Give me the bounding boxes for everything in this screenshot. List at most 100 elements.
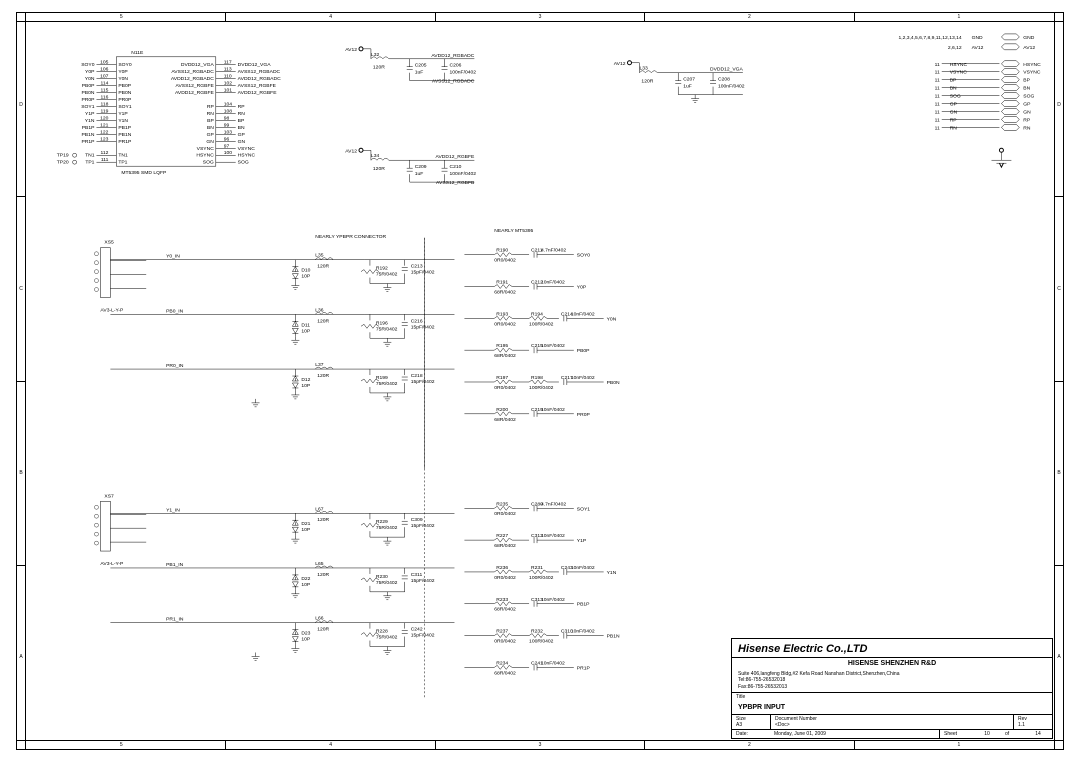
svg-text:1uF: 1uF (683, 84, 692, 90)
svg-text:D22: D22 (301, 576, 310, 582)
svg-text:123: 123 (100, 136, 109, 142)
svg-text:15pF/0402: 15pF/0402 (411, 633, 435, 639)
svg-text:L37: L37 (315, 362, 324, 368)
svg-text:N11E: N11E (131, 50, 144, 56)
svg-text:PB0P: PB0P (118, 83, 131, 89)
svg-text:XS7: XS7 (104, 493, 114, 499)
svg-text:10nF/0402: 10nF/0402 (541, 343, 565, 349)
svg-text:120R: 120R (317, 572, 329, 578)
svg-text:15pF/0402: 15pF/0402 (411, 578, 435, 584)
svg-text:96: 96 (224, 136, 230, 142)
svg-text:68R/0402: 68R/0402 (494, 417, 516, 423)
svg-text:GN: GN (238, 139, 246, 145)
svg-text:Y0N: Y0N (85, 76, 95, 82)
svg-text:Y1N: Y1N (85, 118, 95, 124)
svg-text:120R: 120R (317, 264, 329, 270)
svg-text:DVDD12_VGA: DVDD12_VGA (238, 62, 272, 68)
svg-text:Y1N: Y1N (607, 570, 617, 576)
svg-text:R190: R190 (496, 248, 508, 254)
svg-text:C216: C216 (411, 318, 423, 324)
svg-text:100nF/0402: 100nF/0402 (450, 171, 477, 177)
svg-text:Y0_IN: Y0_IN (166, 254, 180, 260)
svg-text:GP: GP (950, 102, 958, 108)
svg-text:SOY0: SOY0 (81, 62, 94, 68)
svg-text:68R/0402: 68R/0402 (494, 353, 516, 359)
svg-text:AVDD12_RGBADC: AVDD12_RGBADC (431, 53, 474, 59)
schematic-sheet: 54321 54321 DCBA DCBA N11EMT5395 SMD LQF… (16, 12, 1064, 750)
drawing-canvas: N11EMT5395 SMD LQFPSOY0105SOY0Y0P106Y0PY… (25, 21, 1055, 741)
svg-text:R227: R227 (496, 533, 508, 539)
svg-text:75R/0402: 75R/0402 (376, 272, 398, 278)
svg-text:10P: 10P (301, 274, 311, 280)
svg-text:R200: R200 (496, 407, 508, 413)
svg-text:L36: L36 (315, 307, 324, 313)
svg-text:97: 97 (224, 143, 230, 149)
svg-text:98: 98 (224, 115, 230, 121)
svg-text:0R0/0402: 0R0/0402 (494, 258, 516, 264)
svg-text:PB0P: PB0P (577, 348, 590, 354)
svg-text:R236: R236 (496, 565, 508, 571)
svg-text:AV3-L-Y-P: AV3-L-Y-P (100, 561, 124, 567)
svg-text:R192: R192 (376, 266, 388, 272)
svg-text:113: 113 (224, 67, 232, 73)
svg-text:PB1N: PB1N (118, 132, 131, 138)
svg-text:118: 118 (100, 102, 108, 108)
svg-text:75R/0402: 75R/0402 (376, 326, 398, 332)
sheet-title: YPBPR INPUT (732, 701, 1052, 714)
svg-text:AVDD12_RGBADC: AVDD12_RGBADC (171, 76, 214, 82)
svg-text:AV12: AV12 (1023, 45, 1035, 51)
svg-text:120R: 120R (317, 373, 329, 379)
svg-text:L32: L32 (371, 52, 380, 58)
svg-text:120R: 120R (317, 517, 329, 523)
svg-text:PB1N: PB1N (607, 634, 620, 640)
company-name: Hisense Electric Co.,LTD (732, 639, 1052, 657)
title-block: Hisense Electric Co.,LTD HISENSE SHENZHE… (731, 638, 1053, 740)
svg-text:GND: GND (972, 35, 983, 41)
svg-text:D23: D23 (301, 631, 310, 637)
svg-text:AV12: AV12 (345, 148, 357, 154)
svg-text:111: 111 (101, 157, 109, 163)
svg-text:75R/0402: 75R/0402 (376, 381, 398, 387)
svg-text:100R/0402: 100R/0402 (529, 321, 554, 327)
svg-text:R197: R197 (496, 375, 508, 381)
svg-text:SOY1: SOY1 (81, 104, 94, 110)
svg-text:R237: R237 (496, 629, 508, 635)
schematic-svg: N11EMT5395 SMD LQFPSOY0105SOY0Y0P106Y0PY… (25, 21, 1055, 741)
svg-text:C210: C210 (450, 164, 462, 170)
svg-text:D10: D10 (301, 268, 310, 274)
svg-text:15pF/0402: 15pF/0402 (411, 523, 435, 529)
svg-text:L66: L66 (315, 616, 324, 622)
svg-text:HSYNC: HSYNC (196, 153, 214, 159)
svg-text:RN: RN (238, 111, 246, 117)
svg-text:11: 11 (935, 94, 940, 100)
svg-text:10nF/0402: 10nF/0402 (541, 533, 565, 539)
svg-text:15pF/0402: 15pF/0402 (411, 270, 435, 276)
svg-text:121: 121 (100, 122, 109, 128)
svg-text:BN: BN (1023, 86, 1030, 92)
svg-text:C205: C205 (415, 63, 427, 69)
svg-text:120R: 120R (317, 627, 329, 633)
svg-text:4.7nF/0402: 4.7nF/0402 (541, 501, 566, 507)
svg-text:11: 11 (935, 125, 940, 131)
svg-text:PB1_IN: PB1_IN (166, 562, 184, 568)
address: Suite 406,langfeng Bldg,#2 Kefa Road Nan… (732, 669, 1052, 693)
svg-text:BP: BP (950, 78, 957, 84)
svg-text:120R: 120R (317, 318, 329, 324)
svg-text:R193: R193 (496, 311, 508, 317)
svg-text:AVSS12_RGBADC: AVSS12_RGBADC (171, 69, 214, 75)
svg-text:11: 11 (935, 102, 940, 108)
svg-text:AV12: AV12 (345, 47, 357, 53)
svg-text:PR0P: PR0P (577, 412, 591, 418)
svg-text:105: 105 (100, 60, 109, 66)
svg-text:GP: GP (1023, 102, 1031, 108)
svg-text:15pF/0402: 15pF/0402 (411, 379, 435, 385)
svg-text:1uF: 1uF (415, 171, 424, 177)
svg-text:10nF/0402: 10nF/0402 (541, 280, 565, 286)
svg-text:BN: BN (950, 86, 957, 92)
svg-text:SOG: SOG (238, 160, 249, 166)
svg-text:PB0N: PB0N (81, 90, 94, 96)
svg-text:2,6,12: 2,6,12 (948, 45, 962, 51)
svg-text:PB1P: PB1P (118, 125, 131, 131)
svg-text:R234: R234 (496, 660, 508, 666)
svg-text:BP: BP (1023, 78, 1030, 84)
